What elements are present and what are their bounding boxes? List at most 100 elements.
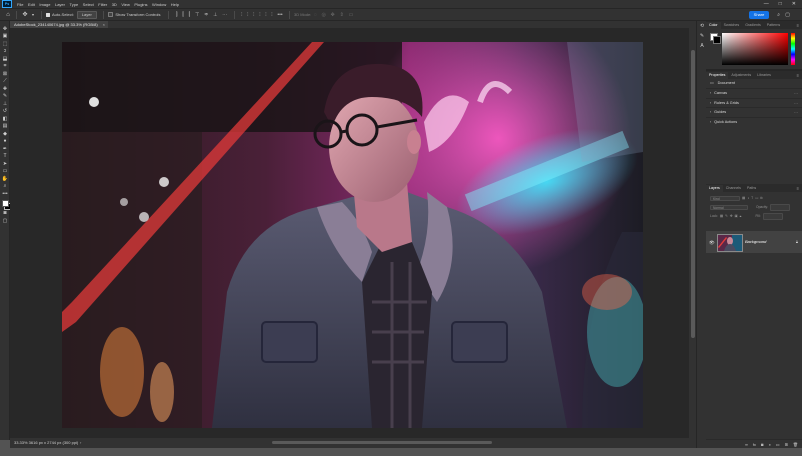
menu-window[interactable]: Window <box>152 2 166 7</box>
maximize-icon[interactable]: □ <box>779 1 782 7</box>
lock-pixels-icon[interactable]: ▦ <box>720 214 723 218</box>
align-bottom-icon[interactable]: ⊥ <box>213 12 217 18</box>
menu-view[interactable]: View <box>121 2 130 7</box>
3d-roll-icon[interactable]: ◎ <box>322 12 326 18</box>
distribute-horizontal-icon[interactable]: ⫶ <box>247 12 248 18</box>
3d-pan-icon[interactable]: ✥ <box>331 12 335 18</box>
menu-layer[interactable]: Layer <box>55 2 65 7</box>
color-swatches[interactable] <box>0 198 11 210</box>
more-icon[interactable]: … <box>794 99 798 107</box>
document-image[interactable] <box>62 42 643 428</box>
object-selection-tool-icon[interactable]: ⬓ <box>0 55 10 63</box>
layer-row-background[interactable]: 👁︎ Background 🔒︎ <box>706 231 802 253</box>
menu-type[interactable]: Type <box>70 2 79 7</box>
chevron-down-icon[interactable]: ▾ <box>29 11 37 19</box>
tab-adjustments[interactable]: Adjustments <box>728 72 754 79</box>
tab-color[interactable]: Color <box>706 22 721 29</box>
minimize-icon[interactable]: — <box>764 1 769 7</box>
layer-lock-icon[interactable]: 🔒︎ <box>796 239 798 244</box>
kind-filter-dropdown[interactable]: Kind <box>710 195 740 201</box>
menu-help[interactable]: Help <box>171 2 179 7</box>
close-tab-icon[interactable]: × <box>103 21 105 28</box>
new-layer-icon[interactable]: ⊞ <box>785 442 788 447</box>
panel-menu-icon[interactable]: ≡ <box>797 72 799 79</box>
color-bg-swatch[interactable] <box>713 36 721 44</box>
history-brush-tool-icon[interactable]: ↺ <box>0 108 10 116</box>
more-icon[interactable]: … <box>794 89 798 97</box>
dodge-tool-icon[interactable]: ● <box>0 138 10 146</box>
eyedropper-tool-icon[interactable]: ⟋ <box>0 78 10 86</box>
tab-gradients[interactable]: Gradients <box>742 22 764 29</box>
lock-artboard-icon[interactable]: ▣ <box>735 214 738 218</box>
menu-edit[interactable]: Edit <box>28 2 35 7</box>
menu-plugins[interactable]: Plugins <box>134 2 147 7</box>
filter-smart-icon[interactable]: ⧉ <box>760 196 762 200</box>
add-mask-icon[interactable]: ◙ <box>761 442 763 447</box>
more-icon[interactable]: … <box>794 108 798 116</box>
eraser-tool-icon[interactable]: ◧ <box>0 115 10 123</box>
filter-type-icon[interactable]: T <box>751 196 753 200</box>
move-tool-icon[interactable]: ✥ <box>21 11 29 19</box>
3d-scale-icon[interactable]: ▭ <box>349 12 354 18</box>
adjustment-layer-icon[interactable]: ◑ <box>768 442 770 447</box>
delete-layer-icon[interactable]: 🗑︎ <box>793 442 798 447</box>
gradient-tool-icon[interactable]: ▤ <box>0 123 10 131</box>
horizontal-scroll-thumb[interactable] <box>272 441 492 444</box>
menu-image[interactable]: Image <box>39 2 50 7</box>
align-top-icon[interactable]: ⊤ <box>195 12 199 18</box>
section-canvas[interactable]: › Canvas … <box>706 88 802 98</box>
tab-paths[interactable]: Paths <box>744 185 759 192</box>
fill-field[interactable] <box>762 212 783 220</box>
crop-tool-icon[interactable]: ⌗ <box>0 63 10 71</box>
foreground-color-swatch[interactable] <box>1 199 9 207</box>
healing-brush-tool-icon[interactable]: ✚ <box>0 85 10 93</box>
vertical-scroll-thumb[interactable] <box>690 50 695 338</box>
frame-tool-icon[interactable]: ⊠ <box>0 70 10 78</box>
align-center-icon[interactable]: ⫿ <box>182 12 184 18</box>
visibility-eye-icon[interactable]: 👁︎ <box>709 240 715 246</box>
auto-select-checkbox[interactable] <box>46 12 50 17</box>
lock-all-icon[interactable]: 🔒︎ <box>740 214 742 218</box>
pen-tool-icon[interactable]: ✒ <box>0 145 10 153</box>
section-rulers-grids[interactable]: › Rulers & Grids … <box>706 97 802 108</box>
distribute-spacing-icon[interactable]: ⫶ <box>253 12 254 18</box>
link-layers-icon[interactable]: ∞ <box>745 442 748 447</box>
menu-filter[interactable]: Filter <box>98 2 107 7</box>
distribute-bottom-icon[interactable]: ⫶ <box>271 12 272 18</box>
clone-stamp-tool-icon[interactable]: ⊥ <box>0 100 10 108</box>
tab-channels[interactable]: Channels <box>723 185 744 192</box>
rectangle-tool-icon[interactable]: ▭ <box>0 168 10 176</box>
marquee-tool-icon[interactable]: ⬚ <box>0 40 10 48</box>
section-quick-actions[interactable]: › Quick Actions <box>706 116 802 127</box>
3d-orbit-icon[interactable]: ◌ <box>314 12 317 18</box>
filter-pixel-icon[interactable]: ▦ <box>742 196 745 200</box>
menu-file[interactable]: File <box>17 2 23 7</box>
hand-tool-icon[interactable]: ✋ <box>0 175 10 183</box>
share-button[interactable]: Share <box>749 11 769 19</box>
filter-adjustment-icon[interactable]: ◑ <box>747 196 749 200</box>
path-selection-tool-icon[interactable]: ➤ <box>0 160 10 168</box>
distribute-top-icon[interactable]: ⫶ <box>259 12 260 18</box>
distribute-vertical-icon[interactable]: ⫶ <box>241 12 242 18</box>
layer-name[interactable]: Background <box>745 239 766 244</box>
distribute-center-icon[interactable]: ⫶ <box>265 12 266 18</box>
panel-menu-icon[interactable]: ≡ <box>797 185 799 192</box>
blur-tool-icon[interactable]: ◆ <box>0 130 10 138</box>
auto-select-dropdown[interactable]: Layer <box>76 10 97 19</box>
3d-slide-icon[interactable]: ⇕ <box>340 12 344 18</box>
panel-menu-icon[interactable]: ≡ <box>797 22 799 29</box>
filter-shape-icon[interactable]: ▭ <box>755 196 758 200</box>
artboard-tool-icon[interactable]: ▣ <box>0 33 10 41</box>
lasso-tool-icon[interactable]: ↄ <box>0 48 10 56</box>
more-options-icon[interactable]: ••• <box>277 12 282 18</box>
opacity-field[interactable] <box>770 203 791 211</box>
canvas-area[interactable] <box>10 28 696 438</box>
distribute-icon[interactable]: ⋯ <box>222 12 227 18</box>
zoom-tool-icon[interactable]: ⌕ <box>0 183 10 191</box>
tab-libraries[interactable]: Libraries <box>754 72 774 79</box>
type-tool-icon[interactable]: T <box>0 153 10 161</box>
move-tool-icon[interactable]: ✥ <box>0 25 10 33</box>
group-icon[interactable]: ▭ <box>776 442 780 447</box>
menu-select[interactable]: Select <box>83 2 94 7</box>
status-menu-chevron-icon[interactable]: › <box>80 440 81 445</box>
